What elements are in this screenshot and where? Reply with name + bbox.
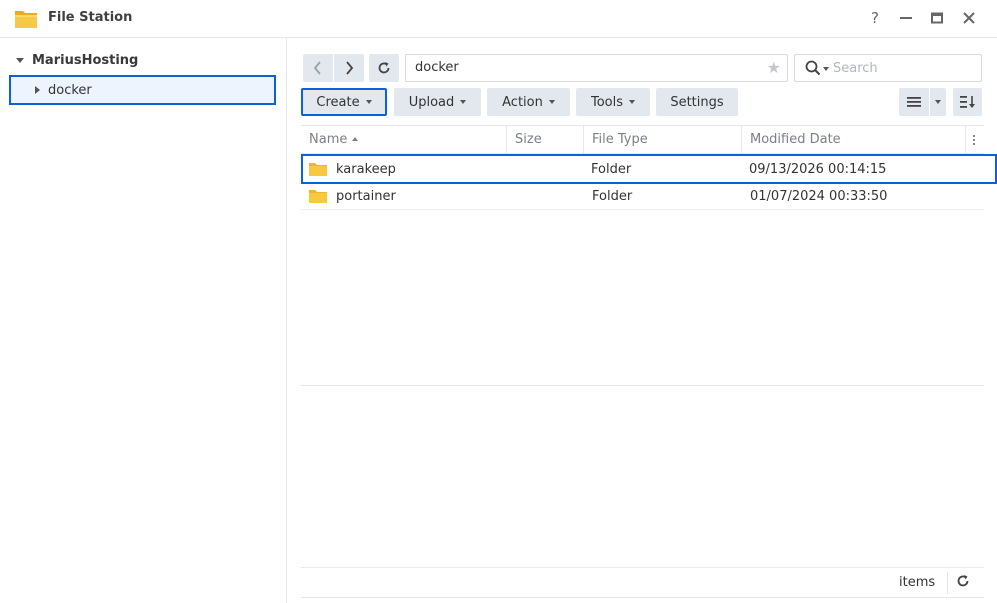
row-name-cell: portainer xyxy=(309,183,396,209)
title-bar: File Station ? xyxy=(0,0,997,38)
tree-root-mariushosting[interactable]: MariusHosting xyxy=(16,53,138,68)
search-icon[interactable] xyxy=(805,60,821,76)
sort-icon xyxy=(959,96,975,108)
column-options-icon[interactable] xyxy=(972,134,976,150)
chevron-down-icon xyxy=(935,100,941,104)
upload-label: Upload xyxy=(408,94,455,110)
create-label: Create xyxy=(316,94,360,110)
folder-icon xyxy=(309,163,327,176)
file-type: Folder xyxy=(592,188,633,204)
tree-root-label: MariusHosting xyxy=(32,53,139,68)
refresh-button[interactable] xyxy=(369,54,399,82)
table-row[interactable]: karakeep Folder 09/13/2026 00:14:15 xyxy=(301,154,997,184)
collapse-arrow-icon[interactable] xyxy=(35,86,40,94)
sidebar-item-label: docker xyxy=(48,82,92,98)
items-count-label: items xyxy=(899,575,936,590)
expand-arrow-icon[interactable] xyxy=(16,58,24,63)
row-modified-cell: 01/07/2024 00:33:50 xyxy=(750,183,887,209)
column-name-label: Name xyxy=(309,132,348,147)
path-text: docker xyxy=(415,60,459,75)
action-button[interactable]: Action xyxy=(487,88,570,116)
column-header-file-type[interactable]: File Type xyxy=(584,126,742,154)
column-modified-label: Modified Date xyxy=(750,132,841,147)
divider xyxy=(301,385,984,386)
star-icon[interactable]: ★ xyxy=(767,55,781,81)
sidebar-item-docker[interactable]: docker xyxy=(9,75,276,105)
file-name: karakeep xyxy=(336,161,396,177)
maximize-icon xyxy=(931,12,943,24)
back-button[interactable] xyxy=(303,54,333,82)
view-mode-dropdown[interactable] xyxy=(930,88,946,116)
sort-ascending-icon xyxy=(352,136,359,141)
chevron-down-icon xyxy=(460,100,467,104)
divider xyxy=(301,597,984,598)
close-button[interactable] xyxy=(959,8,979,28)
chevron-left-icon xyxy=(313,61,321,75)
table-row[interactable]: portainer Folder 01/07/2024 00:33:50 xyxy=(301,183,984,210)
search-field[interactable] xyxy=(794,54,982,82)
column-size-label: Size xyxy=(515,132,542,147)
app-title: File Station xyxy=(48,10,133,25)
row-modified-cell: 09/13/2026 00:14:15 xyxy=(749,156,886,182)
sidebar: MariusHosting docker xyxy=(0,38,287,603)
file-station-icon xyxy=(15,11,37,28)
search-options-caret-icon[interactable] xyxy=(823,67,829,71)
file-modified-date: 09/13/2026 00:14:15 xyxy=(749,161,887,177)
settings-label: Settings xyxy=(670,94,724,110)
create-button[interactable]: Create xyxy=(301,88,387,116)
column-header-size[interactable]: Size xyxy=(507,126,584,154)
sort-button[interactable] xyxy=(953,88,982,116)
refresh-icon xyxy=(957,575,969,587)
folder-icon xyxy=(309,190,327,203)
search-input[interactable] xyxy=(833,58,973,78)
footer-refresh-button[interactable] xyxy=(956,574,970,592)
minimize-icon xyxy=(900,17,912,19)
refresh-icon xyxy=(378,62,390,74)
minimize-button[interactable] xyxy=(896,8,916,28)
row-name-cell: karakeep xyxy=(309,156,396,182)
footer-divider xyxy=(947,572,948,594)
tools-button[interactable]: Tools xyxy=(576,88,650,116)
maximize-button[interactable] xyxy=(927,8,947,28)
file-modified-date: 01/07/2024 00:33:50 xyxy=(750,188,888,204)
file-type: Folder xyxy=(591,161,632,177)
settings-button[interactable]: Settings xyxy=(656,88,738,116)
chevron-down-icon xyxy=(548,100,555,104)
column-type-label: File Type xyxy=(592,132,648,147)
column-header-name[interactable]: Name xyxy=(301,126,507,154)
column-header-modified-date[interactable]: Modified Date xyxy=(742,126,966,154)
divider xyxy=(301,567,984,568)
list-view-icon xyxy=(907,97,921,107)
row-type-cell: Folder xyxy=(592,183,632,209)
chevron-down-icon xyxy=(365,100,372,104)
help-button[interactable]: ? xyxy=(865,8,885,28)
help-icon: ? xyxy=(871,9,879,27)
upload-button[interactable]: Upload xyxy=(394,88,481,116)
chevron-right-icon xyxy=(346,61,354,75)
action-label: Action xyxy=(502,94,543,110)
chevron-down-icon xyxy=(629,100,636,104)
file-list-header: Name Size File Type Modified Date xyxy=(301,125,984,154)
close-icon xyxy=(963,12,975,24)
row-type-cell: Folder xyxy=(591,156,631,182)
tools-label: Tools xyxy=(590,94,624,110)
forward-button[interactable] xyxy=(334,54,364,82)
path-field[interactable]: docker ★ xyxy=(405,54,788,82)
file-name: portainer xyxy=(336,188,396,204)
view-mode-button[interactable] xyxy=(899,88,929,116)
